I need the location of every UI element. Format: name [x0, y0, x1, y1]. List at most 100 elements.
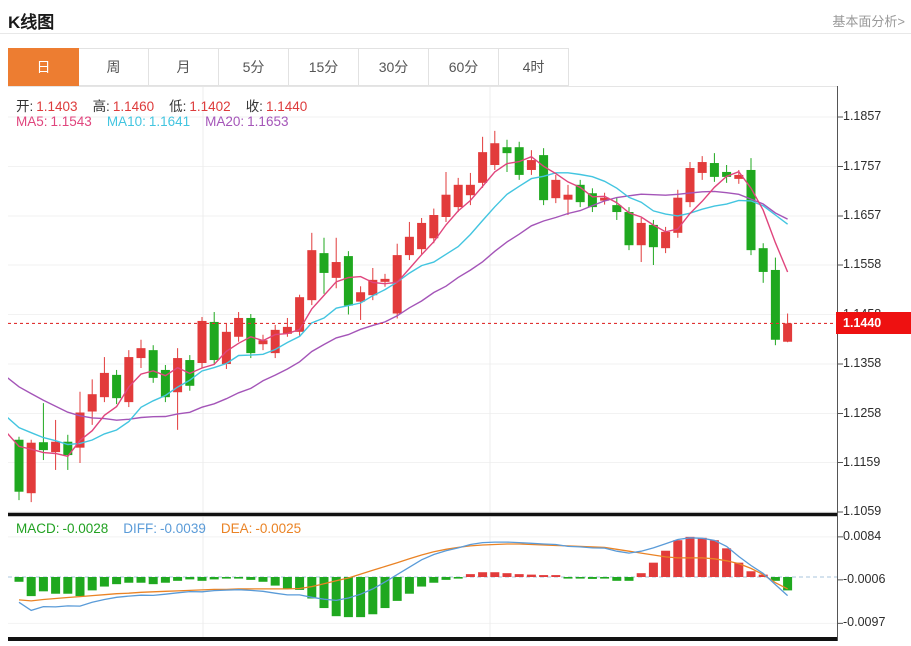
macd-bar [417, 577, 426, 587]
price-axis-label: 1.1757 [843, 159, 881, 173]
ma5-value: 1.1543 [51, 114, 92, 129]
dea-info: DEA:-0.0025 [221, 521, 301, 536]
open-info: 开:1.1403 [16, 95, 78, 115]
candle-body [527, 160, 536, 170]
candle-body [649, 225, 658, 247]
candle-body [417, 223, 426, 249]
macd-bar [551, 575, 560, 577]
open-label: 开: [16, 99, 33, 114]
candle-body [198, 321, 207, 363]
dea-label: DEA: [221, 521, 253, 536]
low-label: 低: [169, 99, 186, 114]
macd-bar [686, 537, 695, 577]
macd-bar [259, 577, 268, 582]
price-axis-label: 1.1358 [843, 356, 881, 370]
candle-body [88, 394, 97, 411]
macd-bar [112, 577, 121, 584]
price-axis-label: 1.1258 [843, 406, 881, 420]
diff-label: DIFF: [123, 521, 157, 536]
price-axis-label: 1.1857 [843, 109, 881, 123]
macd-bar [234, 577, 243, 579]
macd-bar [137, 577, 146, 583]
diff-info: DIFF:-0.0039 [123, 521, 206, 536]
price-axis-label: 1.1059 [843, 504, 881, 518]
macd-bar [332, 577, 341, 616]
candle-body [381, 279, 390, 282]
candle-body [210, 322, 219, 360]
candle-body [564, 195, 573, 200]
candle-body [39, 442, 48, 450]
price-axis-label: 1.1657 [843, 208, 881, 222]
macd-bar [466, 574, 475, 577]
ma20-value: 1.1653 [247, 114, 288, 129]
candles-layer [15, 131, 793, 502]
macd-info-row: MACD:-0.0028 DIFF:-0.0039 DEA:-0.0025 [16, 521, 301, 536]
candle-body [625, 212, 634, 245]
diff-line [19, 538, 788, 611]
macd-bar [124, 577, 133, 583]
macd-bar [222, 577, 231, 579]
candle-body [307, 250, 316, 300]
ma-info-row: MA5:1.1543MA10:1.1641MA20:1.1653 [16, 114, 288, 129]
candle-body [539, 155, 548, 200]
candle-body [686, 168, 695, 202]
candle-body [637, 223, 646, 245]
macd-axis-label: 0.0084 [843, 529, 881, 543]
macd-value: -0.0028 [63, 521, 109, 536]
candle-body [124, 357, 133, 402]
macd-bar [527, 575, 536, 577]
macd-bar [320, 577, 329, 608]
kline-page: K线图 基本面分析> 日周月5分15分30分60分4时 开:1.1403高:1.… [0, 0, 911, 646]
ma5-info: MA5:1.1543 [16, 114, 92, 129]
macd-bar [283, 577, 292, 589]
macd-bar [588, 577, 597, 579]
candle-body [222, 332, 231, 364]
candle-body [783, 323, 792, 341]
high-value: 1.1460 [113, 99, 154, 114]
macd-bar [600, 577, 609, 579]
macd-bar [185, 577, 194, 579]
macd-bar [161, 577, 170, 583]
candle-body [356, 292, 365, 301]
macd-bar [76, 577, 85, 596]
macd-bar [27, 577, 36, 596]
candle-body [466, 185, 475, 195]
diff-value: -0.0039 [160, 521, 206, 536]
candle-body [295, 297, 304, 332]
ohlc-info-row: 开:1.1403高:1.1460低:1.1402收:1.1440 [16, 95, 307, 115]
dea-line [19, 544, 788, 601]
macd-bar [429, 577, 438, 583]
price-axis-label: 1.1558 [843, 257, 881, 271]
candle-body [442, 195, 451, 217]
macd-bar [490, 572, 499, 577]
macd-bar [564, 577, 573, 579]
close-value: 1.1440 [266, 99, 307, 114]
macd-bar [271, 577, 280, 586]
candle-body [429, 215, 438, 238]
candle-body [661, 232, 670, 248]
macd-bar [149, 577, 158, 584]
high-label: 高: [93, 99, 110, 114]
ma20-label: MA20: [205, 114, 244, 129]
candle-body [747, 170, 756, 250]
candle-body [771, 270, 780, 340]
candle-body [344, 256, 353, 306]
macd-axis-label: -0.0006 [843, 572, 885, 586]
close-label: 收: [246, 99, 263, 114]
macd-bar [210, 577, 219, 579]
macd-bar [661, 551, 670, 577]
macd-bar [673, 540, 682, 577]
macd-bar [246, 577, 255, 580]
high-info: 高:1.1460 [93, 95, 155, 115]
ma10-value: 1.1641 [149, 114, 190, 129]
macd-bar [625, 577, 634, 581]
macd-bar [51, 577, 60, 594]
candle-body [100, 373, 109, 397]
candle-body [234, 318, 243, 337]
ma5-label: MA5: [16, 114, 48, 129]
candle-body [503, 147, 512, 153]
macd-bar [100, 577, 109, 587]
candle-body [51, 442, 60, 452]
candle-body [551, 180, 560, 198]
macd-info: MACD:-0.0028 [16, 521, 108, 536]
